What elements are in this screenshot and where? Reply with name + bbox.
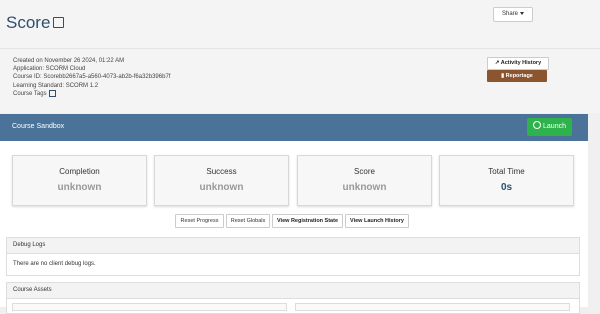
completion-label: Completion <box>59 167 100 176</box>
asset-card <box>295 303 570 311</box>
score-value: unknown <box>342 182 387 193</box>
course-meta: Created on November 26 2024, 01:22 AM Ap… <box>13 57 170 98</box>
reset-globals-button[interactable]: Reset Globals <box>226 214 270 228</box>
course-assets-title: Course Assets <box>7 283 579 299</box>
course-tags: Course Tags <box>13 89 170 98</box>
total-time-value: 0s <box>500 182 513 193</box>
view-launch-history-button[interactable]: View Launch History <box>345 214 409 228</box>
edit-icon[interactable] <box>53 17 65 28</box>
course-id: Course ID: Scorebb2667a5-a560-4073-ab2b-… <box>13 74 171 81</box>
debug-logs-message: There are no client debug logs. <box>13 261 96 267</box>
course-tags-label: Course Tags <box>13 90 47 97</box>
total-time-label: Total Time <box>488 167 525 176</box>
score-card: Score unknown <box>297 155 432 206</box>
reset-progress-button[interactable]: Reset Progress <box>175 214 224 228</box>
activity-history-button[interactable]: ↗ Activity History <box>487 57 549 70</box>
application: Application: SCORM Cloud <box>13 66 86 73</box>
success-label: Success <box>206 167 237 176</box>
completion-card: Completion unknown <box>12 155 147 206</box>
success-value: unknown <box>199 182 244 193</box>
page-header: Score Share <box>0 0 600 49</box>
total-time-card: Total Time 0s <box>439 155 574 206</box>
launch-button[interactable]: Launch <box>527 118 572 136</box>
view-registration-state-button[interactable]: View Registration State <box>272 214 343 228</box>
debug-logs-panel: Debug Logs There are no client debug log… <box>6 237 580 276</box>
launch-label: Launch <box>543 123 566 130</box>
share-label: Share <box>501 11 518 17</box>
play-icon <box>533 121 542 130</box>
activity-history-label: Activity History <box>500 60 542 66</box>
sandbox-header: Course Sandbox <box>0 114 588 141</box>
edit-tags-icon[interactable] <box>48 89 56 97</box>
success-card: Success unknown <box>154 155 289 206</box>
completion-value: unknown <box>57 182 102 193</box>
reportage-label: Reportage <box>505 73 533 79</box>
chevron-down-icon <box>520 11 524 15</box>
learning-standard: Learning Standard: SCORM 1.2 <box>13 82 99 89</box>
score-label: Score <box>354 167 375 176</box>
share-button[interactable]: Share <box>493 7 533 22</box>
debug-logs-title: Debug Logs <box>7 238 579 254</box>
sandbox-title: Course Sandbox <box>12 123 65 130</box>
page-title-text: Score <box>6 13 51 32</box>
created-date: Created on November 26 2024, 01:22 AM <box>13 58 125 64</box>
page-title: Score <box>6 13 65 33</box>
pin-icon: ↗ <box>494 60 500 66</box>
asset-card <box>12 303 287 311</box>
chart-icon: ▮ <box>501 73 505 79</box>
reportage-button[interactable]: ▮ Reportage <box>487 70 547 82</box>
